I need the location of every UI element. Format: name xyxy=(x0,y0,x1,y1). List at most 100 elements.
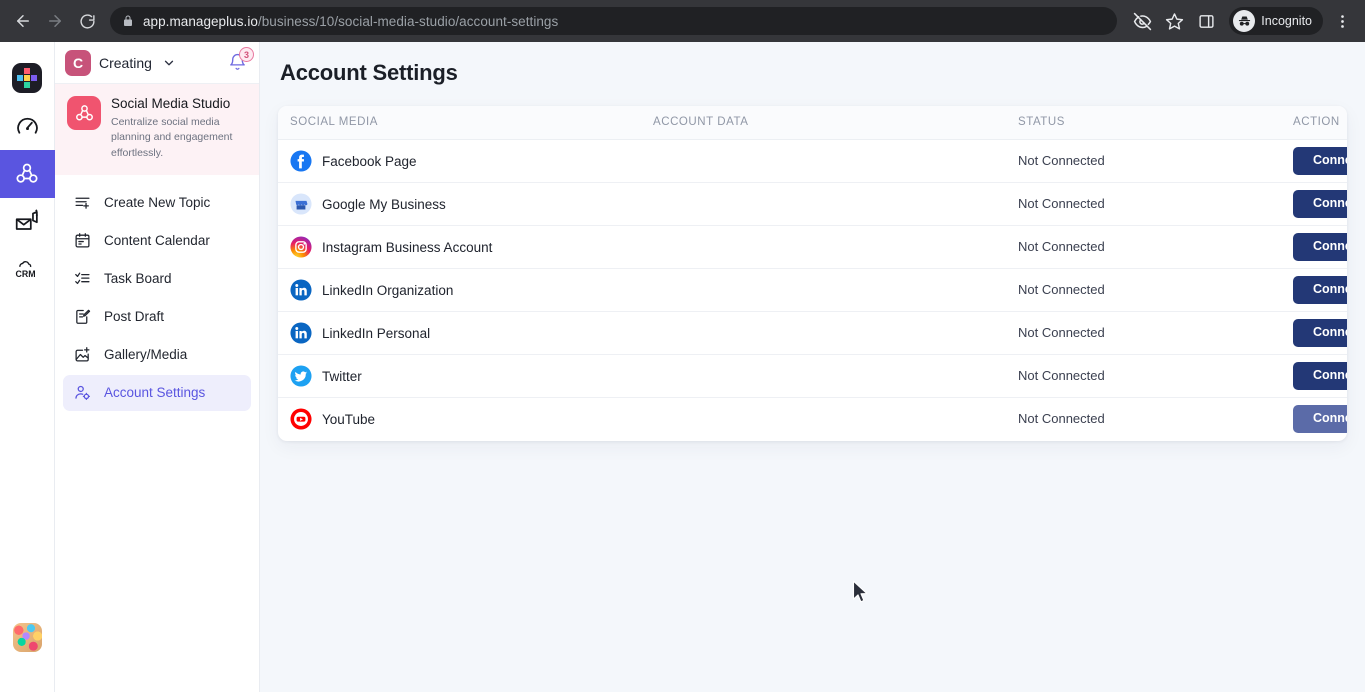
connect-button[interactable]: Connect xyxy=(1293,319,1347,347)
tracking-protection-button[interactable] xyxy=(1127,6,1157,36)
url-host: app.manageplus.io xyxy=(143,13,258,29)
cell-social-media: Twitter xyxy=(278,354,653,398)
rail-item-dashboard[interactable] xyxy=(0,102,55,150)
workspace-switcher[interactable]: C Creating 3 xyxy=(55,42,259,84)
cell-action: Connect xyxy=(1293,398,1347,441)
platform-name: Google My Business xyxy=(322,196,446,212)
reload-button[interactable] xyxy=(72,6,102,36)
cell-account-data xyxy=(653,398,1018,441)
cell-action: Connect xyxy=(1293,311,1347,355)
cell-action: Connect xyxy=(1293,354,1347,398)
side-panel-icon xyxy=(1199,14,1214,28)
table-row: LinkedIn Organization Not Connected Conn… xyxy=(278,268,1347,312)
back-arrow-icon xyxy=(17,15,29,27)
forward-arrow-icon xyxy=(49,15,61,27)
sidebar: C Creating 3 Social Media Studio Central… xyxy=(55,42,260,692)
sidebar-item-label: Gallery/Media xyxy=(104,347,188,363)
cell-status: Not Connected xyxy=(1018,139,1293,183)
workspace-initial: C xyxy=(65,49,91,76)
sidebar-item-content-calendar[interactable]: Content Calendar xyxy=(63,223,251,259)
table-row: Google My Business Not Connected Connect xyxy=(278,182,1347,226)
cell-social-media: Instagram Business Account xyxy=(278,225,653,269)
cell-status: Not Connected xyxy=(1018,182,1293,226)
sidebar-item-label: Create New Topic xyxy=(104,195,211,211)
column-header-status: STATUS xyxy=(1018,106,1293,140)
connect-button[interactable]: Connect xyxy=(1293,233,1347,261)
connect-button[interactable]: Connect xyxy=(1293,147,1347,175)
platform-name: LinkedIn Personal xyxy=(322,325,431,341)
chrome-menu-button[interactable] xyxy=(1327,6,1357,36)
browser-toolbar: app.manageplus.io/business/10/social-med… xyxy=(0,0,1365,42)
connect-button[interactable]: Connect xyxy=(1293,405,1347,434)
instagram-icon xyxy=(290,236,312,258)
sidebar-item-post-draft[interactable]: Post Draft xyxy=(63,299,251,335)
social-nodes-icon xyxy=(67,96,101,130)
url-text: app.manageplus.io/business/10/social-med… xyxy=(143,14,558,29)
chevron-down-icon[interactable] xyxy=(162,56,176,70)
cell-social-media: YouTube xyxy=(278,398,653,441)
column-header-action: ACTION xyxy=(1293,106,1347,140)
sidebar-nav: Create New Topic Content Calendar Task B… xyxy=(55,175,259,411)
back-button[interactable] xyxy=(8,6,38,36)
sidebar-item-gallery-media[interactable]: Gallery/Media xyxy=(63,337,251,373)
incognito-label: Incognito xyxy=(1261,14,1312,28)
three-dot-menu-icon xyxy=(1340,14,1344,28)
status-text: Not Connected xyxy=(1018,411,1105,427)
user-avatar[interactable] xyxy=(13,623,42,652)
sidebar-item-account-settings[interactable]: Account Settings xyxy=(63,374,251,411)
status-text: Not Connected xyxy=(1018,153,1105,168)
cell-status: Not Connected xyxy=(1018,354,1293,398)
table-row: Twitter Not Connected Connect xyxy=(278,354,1347,398)
sidebar-item-label: Account Settings xyxy=(104,385,206,401)
bookmark-button[interactable] xyxy=(1159,6,1189,36)
rail-item-app-logo[interactable] xyxy=(0,54,55,102)
sidebar-item-label: Content Calendar xyxy=(104,233,210,249)
social-accounts-table: SOCIAL MEDIA ACCOUNT DATA STATUS ACTION … xyxy=(278,106,1347,441)
youtube-icon xyxy=(290,408,312,430)
rail-item-crm[interactable]: CRM xyxy=(0,246,55,294)
cell-action: Connect xyxy=(1293,268,1347,312)
status-text: Not Connected xyxy=(1018,282,1105,297)
cell-status: Not Connected xyxy=(1018,268,1293,312)
calendar-icon xyxy=(73,232,92,249)
status-text: Not Connected xyxy=(1018,368,1105,383)
cell-status: Not Connected xyxy=(1018,311,1293,355)
notification-badge: 3 xyxy=(239,47,254,62)
main-content: Account Settings SOCIAL MEDIA ACCOUNT DA… xyxy=(260,42,1365,692)
page-title: Account Settings xyxy=(280,60,458,85)
status-text: Not Connected xyxy=(1018,196,1105,211)
forward-button[interactable] xyxy=(40,6,70,36)
rail-item-social-media-studio[interactable] xyxy=(0,150,55,198)
sidebar-item-task-board[interactable]: Task Board xyxy=(63,261,251,297)
incognito-avatar xyxy=(1233,10,1256,32)
side-panel-button[interactable] xyxy=(1191,6,1221,36)
cell-action: Connect xyxy=(1293,182,1347,226)
cell-account-data xyxy=(653,182,1018,226)
rail-item-marketing[interactable] xyxy=(0,198,55,246)
document-edit-icon xyxy=(73,308,92,325)
workspace-name: Creating xyxy=(99,54,152,71)
facebook-icon xyxy=(290,150,312,172)
app-shell: CRM C Creating 3 Social Media Studio Cen… xyxy=(0,42,1365,692)
status-text: Not Connected xyxy=(1018,239,1105,254)
image-plus-icon xyxy=(73,346,92,363)
connect-button[interactable]: Connect xyxy=(1293,362,1347,390)
address-bar[interactable]: app.manageplus.io/business/10/social-med… xyxy=(110,7,1118,35)
sidebar-item-label: Post Draft xyxy=(104,309,165,325)
browser-actions: Incognito xyxy=(1127,6,1357,36)
envelope-megaphone-icon xyxy=(15,209,39,230)
connect-button[interactable]: Connect xyxy=(1293,190,1347,218)
notifications-button[interactable]: 3 xyxy=(228,47,254,72)
cell-status: Not Connected xyxy=(1018,225,1293,269)
incognito-profile-button[interactable]: Incognito xyxy=(1229,7,1323,35)
linkedin-icon xyxy=(290,279,312,301)
accounts-card: SOCIAL MEDIA ACCOUNT DATA STATUS ACTION … xyxy=(278,106,1347,441)
lock-icon xyxy=(124,15,132,26)
checklist-icon xyxy=(73,270,92,287)
table-head: SOCIAL MEDIA ACCOUNT DATA STATUS ACTION xyxy=(278,106,1347,140)
connect-button[interactable]: Connect xyxy=(1293,276,1347,304)
sidebar-item-create-new-topic[interactable]: Create New Topic xyxy=(63,185,251,221)
cell-social-media: LinkedIn Personal xyxy=(278,311,653,355)
social-nodes-icon xyxy=(16,163,38,183)
cell-action: Connect xyxy=(1293,225,1347,269)
